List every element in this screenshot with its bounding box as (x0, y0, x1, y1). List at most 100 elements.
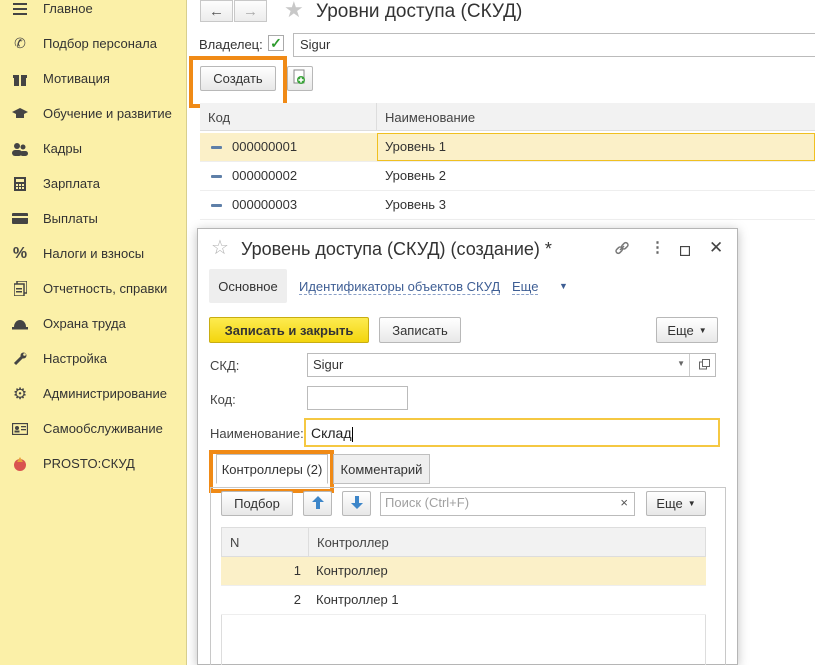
table-row[interactable]: 000000002 Уровень 2 (200, 162, 815, 191)
chevron-down-icon: ▼ (698, 325, 707, 335)
wrench-icon (11, 350, 29, 368)
checkmark-icon: ✓ (270, 35, 282, 51)
favorite-star-icon[interactable]: ★ (284, 0, 304, 23)
add-document-icon (293, 69, 307, 88)
sidebar-item-reports[interactable]: Отчетность, справки (0, 271, 187, 306)
dialog-title: Уровень доступа (СКУД) (создание) * (241, 239, 552, 259)
skd-field[interactable]: Sigur ▼ (307, 353, 716, 377)
link-icon[interactable] (614, 240, 630, 260)
back-button[interactable]: ← (200, 0, 233, 22)
chevron-down-icon[interactable]: ▼ (559, 281, 568, 291)
copy-button[interactable] (287, 66, 313, 91)
sidebar-item-label: PROSTO:СКУД (43, 456, 135, 471)
sidebar-item-training[interactable]: Обучение и развитие (0, 96, 187, 131)
tab-more[interactable]: Еще (512, 279, 539, 295)
column-header-controller[interactable]: Контроллер (317, 535, 389, 550)
sidebar-item-label: Охрана труда (43, 316, 126, 331)
percent-icon: % (12, 244, 28, 262)
move-up-button[interactable] (303, 491, 332, 516)
people-icon (11, 140, 29, 158)
sidebar-item-label: Подбор персонала (43, 36, 157, 51)
sidebar-item-hr[interactable]: Кадры (0, 131, 187, 166)
dropdown-icon[interactable]: ▼ (677, 359, 685, 368)
sidebar-item-label: Обучение и развитие (43, 106, 172, 121)
calculator-icon (11, 175, 29, 193)
sidebar-item-labor-safety[interactable]: Охрана труда (0, 306, 187, 341)
open-icon[interactable] (699, 358, 710, 373)
more-vertical-icon[interactable]: ⋮ (650, 238, 665, 256)
owner-checkbox[interactable]: ✓ (268, 35, 284, 51)
table-row[interactable]: 000000001 Уровень 1 (200, 133, 815, 162)
cell-controller: Контроллер (316, 563, 388, 578)
column-header-code[interactable]: Код (208, 110, 230, 125)
more-actions-button[interactable]: Еще ▼ (656, 317, 718, 343)
create-button[interactable]: Создать (200, 66, 276, 91)
sidebar-item-payments[interactable]: Выплаты (0, 201, 187, 236)
favorite-star-icon[interactable]: ☆ (211, 235, 229, 260)
sidebar-item-label: Выплаты (43, 211, 98, 226)
helmet-icon (11, 315, 29, 333)
cell-name: Уровень 3 (385, 197, 446, 212)
tab-basic[interactable]: Основное (209, 269, 287, 303)
tab-controllers[interactable]: Контроллеры (2) (216, 454, 328, 484)
table-row[interactable]: 000000003 Уровень 3 (200, 191, 815, 220)
arrow-right-icon: → (243, 2, 258, 20)
sidebar-item-self-service[interactable]: Самообслуживание (0, 411, 187, 446)
name-label: Наименование: (210, 426, 304, 441)
owner-field[interactable]: Sigur (293, 33, 815, 57)
card-icon (11, 210, 29, 228)
search-input[interactable]: Поиск (Ctrl+F) × (380, 492, 635, 516)
page-title: Уровни доступа (СКУД) (316, 1, 523, 22)
sidebar-item-settings[interactable]: Настройка (0, 341, 187, 376)
sidebar: Главное ✆ Подбор персонала Мотивация Обу… (0, 0, 187, 665)
arrow-left-icon: ← (209, 2, 224, 20)
column-header-n[interactable]: N (230, 535, 239, 550)
cell-n: 1 (293, 563, 301, 578)
tab-identifiers[interactable]: Идентификаторы объектов СКУД (299, 279, 501, 295)
controllers-grid-header: N Контроллер (221, 527, 706, 557)
pick-button[interactable]: Подбор (221, 491, 293, 516)
sidebar-item-administration[interactable]: ⚙ Администрирование (0, 376, 187, 411)
sidebar-item-taxes[interactable]: % Налоги и взносы (0, 236, 187, 271)
graduation-cap-icon (11, 105, 29, 123)
documents-icon (11, 280, 29, 298)
skd-label: СКД: (210, 358, 240, 373)
menu-icon (11, 0, 29, 18)
code-field[interactable] (307, 386, 408, 410)
table-row[interactable]: 1 Контроллер (221, 557, 706, 586)
cell-name: Уровень 1 (385, 139, 446, 154)
id-card-icon (11, 420, 29, 438)
cell-n: 2 (293, 592, 301, 607)
sidebar-item-motivation[interactable]: Мотивация (0, 61, 187, 96)
gears-icon: ⚙ (12, 385, 28, 403)
list-grid-header: Код Наименование (200, 103, 815, 131)
save-and-close-button[interactable]: Записать и закрыть (209, 317, 369, 343)
close-icon[interactable]: ✕ (709, 238, 723, 258)
forward-button[interactable]: → (234, 0, 267, 22)
arrow-down-icon (350, 495, 363, 512)
sidebar-item-label: Отчетность, справки (43, 281, 168, 296)
move-down-button[interactable] (342, 491, 371, 516)
chevron-down-icon: ▼ (687, 499, 696, 508)
cell-code: 000000001 (232, 139, 298, 154)
sidebar-item-label: Налоги и взносы (43, 246, 145, 261)
clear-search-icon[interactable]: × (620, 495, 628, 510)
tab-comment[interactable]: Комментарий (333, 454, 430, 484)
sidebar-item-label: Мотивация (43, 71, 110, 86)
name-field[interactable]: Склад (304, 418, 720, 447)
controllers-grid-empty-area (221, 615, 706, 665)
access-level-dialog: ☆ Уровень доступа (СКУД) (создание) * ⋮ … (197, 228, 738, 665)
table-row[interactable]: 2 Контроллер 1 (221, 586, 706, 615)
code-label: Код: (210, 392, 236, 407)
save-button[interactable]: Записать (379, 317, 461, 343)
maximize-icon[interactable] (679, 243, 691, 260)
gift-icon (11, 70, 29, 88)
cell-code: 000000003 (232, 197, 298, 212)
sidebar-item-recruiting[interactable]: ✆ Подбор персонала (0, 26, 187, 61)
phone-icon: ✆ (14, 35, 26, 51)
sidebar-item-main[interactable]: Главное (0, 0, 187, 26)
sidebar-item-prosto-skud[interactable]: PROSTO:СКУД (0, 446, 187, 481)
controllers-more-button[interactable]: Еще ▼ (646, 491, 706, 516)
column-header-name[interactable]: Наименование (385, 110, 475, 125)
sidebar-item-salary[interactable]: Зарплата (0, 166, 187, 201)
